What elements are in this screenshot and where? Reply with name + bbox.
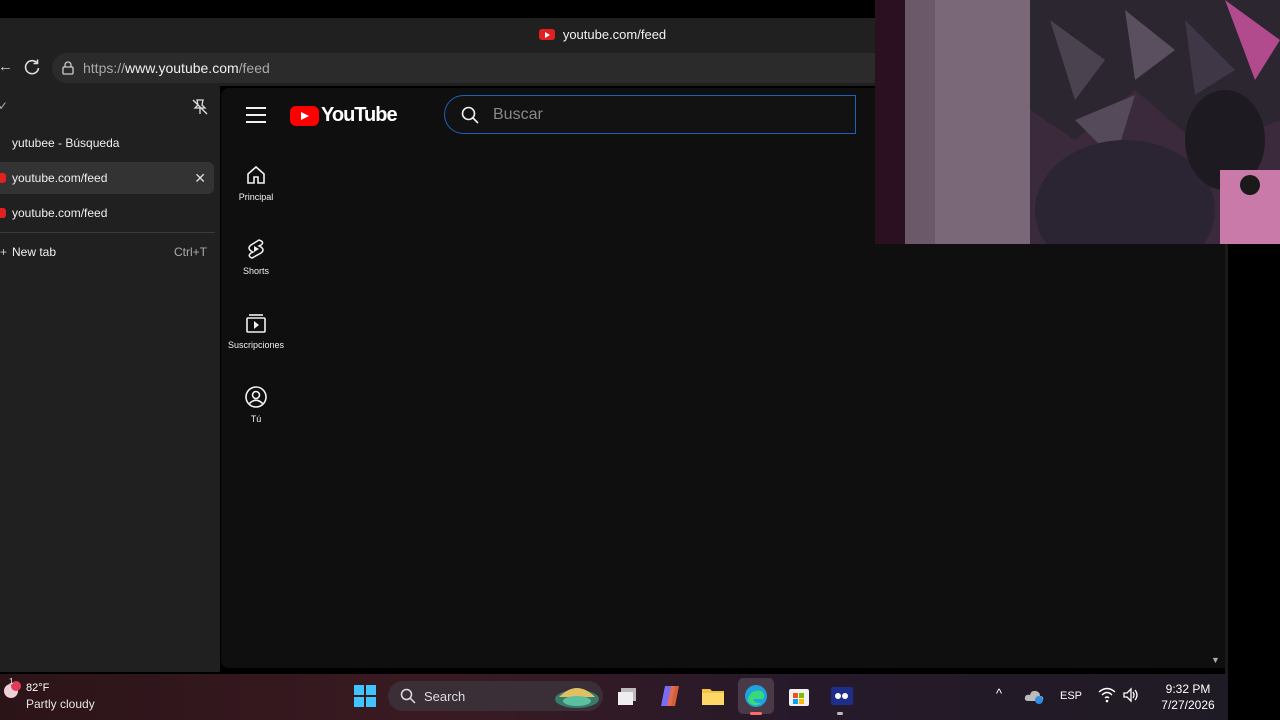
nav-suscripciones[interactable]: Suscripciones [221, 311, 291, 350]
tab-yutubee-search[interactable]: yutubee - Búsqueda [0, 127, 214, 159]
window-title-bar: youtube.com/feed [0, 18, 875, 50]
nav-label: Principal [238, 192, 274, 202]
webcam-overlay [875, 0, 1280, 244]
nav-label: Shorts [242, 266, 269, 276]
nav-principal[interactable]: Principal [221, 163, 291, 202]
home-icon [247, 165, 265, 184]
back-arrow-icon[interactable]: ← [0, 58, 13, 75]
show-hidden-icons-chevron-icon[interactable]: ^ [996, 686, 1002, 701]
nav-tu[interactable]: Tú [221, 385, 291, 424]
file-explorer-icon[interactable] [700, 683, 726, 709]
wifi-icon[interactable] [1098, 687, 1116, 703]
right-black-bar [1228, 244, 1280, 674]
youtube-play-icon [290, 105, 319, 126]
tab-youtube-feed[interactable]: youtube.com/feed [0, 197, 214, 229]
taskbar-clock[interactable]: 9:32 PM 7/27/2026 [1150, 681, 1226, 713]
reload-icon[interactable] [22, 57, 42, 77]
youtube-favicon-icon [0, 173, 6, 183]
taskbar-search[interactable]: Search [388, 681, 603, 711]
shorts-icon [248, 239, 264, 259]
microsoft-store-icon[interactable] [786, 683, 812, 709]
edge-browser-icon[interactable] [743, 683, 769, 709]
subscriptions-icon [246, 314, 266, 333]
plus-icon: + [0, 245, 8, 259]
app-icon[interactable] [829, 683, 855, 709]
windows-start-icon[interactable] [352, 683, 378, 709]
unpin-pane-icon[interactable] [190, 97, 210, 117]
date: 7/27/2026 [1161, 698, 1215, 712]
youtube-logo[interactable]: YouTube [290, 104, 398, 127]
top-strip [0, 0, 875, 18]
taskbar-search-label: Search [424, 688, 466, 704]
temperature: 82°F [26, 682, 50, 694]
search-favicon-icon [0, 138, 6, 148]
youtube-favicon-icon [538, 28, 555, 40]
youtube-logo-text: YouTube [321, 104, 398, 126]
app-running-indicator [837, 712, 843, 715]
language-indicator[interactable]: ESP [1060, 690, 1082, 702]
tab-youtube-feed-active[interactable]: youtube.com/feed ✕ [0, 162, 214, 194]
address-bar[interactable]: https://www.youtube.com/feed [52, 53, 875, 83]
task-view-icon[interactable] [615, 683, 641, 709]
volume-icon[interactable] [1122, 687, 1140, 703]
new-tab-button[interactable]: + New tab Ctrl+T [0, 240, 214, 264]
url-text: https://www.youtube.com/feed [83, 60, 270, 76]
scroll-down-icon[interactable]: ▼ [1211, 655, 1220, 665]
nav-label: Tú [250, 414, 262, 424]
search-highlight-icon [555, 688, 599, 708]
new-tab-label: New tab [12, 245, 57, 259]
tab-label: youtube.com/feed [12, 206, 108, 220]
weather-badge: 1 [9, 677, 14, 686]
tabs-divider [0, 232, 215, 233]
you-icon [245, 386, 267, 408]
weather-condition: Partly cloudy [26, 697, 95, 711]
tab-label: youtube.com/feed [12, 171, 108, 185]
lock-icon[interactable] [60, 60, 76, 76]
close-tab-icon[interactable]: ✕ [194, 170, 206, 187]
menu-icon[interactable] [246, 107, 266, 123]
nav-label: Suscripciones [227, 340, 285, 350]
collapse-chevron-icon[interactable]: ✓ [0, 99, 8, 113]
search-icon [400, 688, 416, 704]
youtube-search-box[interactable] [444, 95, 856, 134]
youtube-favicon-icon [0, 208, 6, 218]
copilot-icon[interactable] [657, 683, 683, 709]
tab-label: yutubee - Búsqueda [12, 136, 120, 150]
window-title: youtube.com/feed [562, 26, 667, 42]
nav-shorts[interactable]: Shorts [221, 237, 291, 276]
time: 9:32 PM [1165, 682, 1211, 696]
edge-running-indicator [750, 712, 762, 715]
onedrive-icon[interactable] [1024, 688, 1044, 704]
search-input[interactable] [491, 104, 835, 125]
new-tab-shortcut: Ctrl+T [174, 245, 207, 259]
search-icon [461, 106, 479, 124]
